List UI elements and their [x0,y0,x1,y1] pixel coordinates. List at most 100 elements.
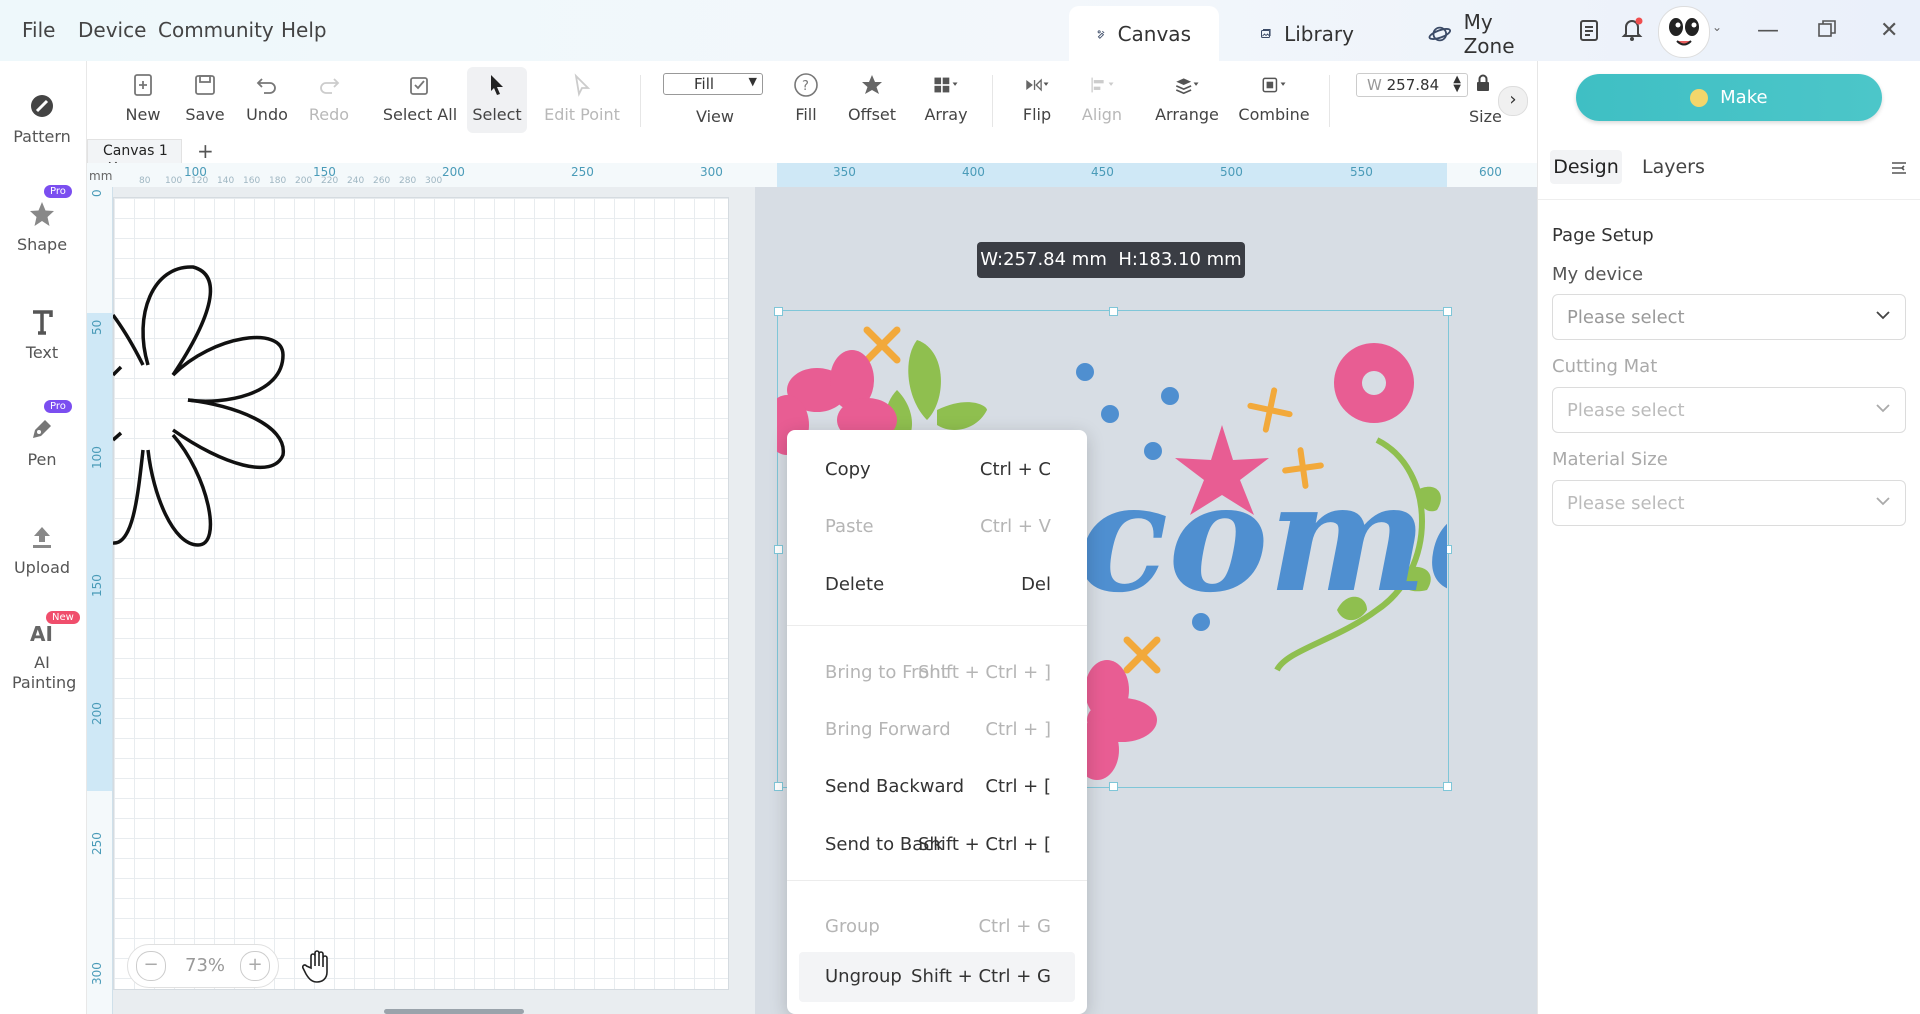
clipboard-icon[interactable] [1577,18,1601,42]
avatar-chevron-icon[interactable]: ⌄ [1712,20,1722,34]
tab-my-zone[interactable]: My Zone [1400,6,1570,61]
align-icon [1091,77,1114,93]
avatar[interactable] [1658,6,1710,58]
sidebar-item-text[interactable]: Text [0,307,84,362]
combine-label: Combine [1238,105,1310,124]
ruler-label: 250 [90,832,104,855]
select-button[interactable]: Select [467,67,527,133]
sidebar-item-shape[interactable]: Pro Shape [0,185,84,254]
material-size-select[interactable]: Please select [1552,480,1906,526]
tab-library[interactable]: Library [1232,6,1382,61]
offset-label: Offset [847,105,897,124]
sidebar-item-ai-painting[interactable]: New AI AI Painting [0,611,84,693]
context-menu-bring-forward[interactable]: Bring Forward Ctrl + ] [787,705,1087,755]
redo-button[interactable]: Redo [299,71,359,124]
new-button[interactable]: New [119,71,167,124]
fill-button[interactable]: ? Fill [784,71,828,124]
cutting-mat-select[interactable]: Please select [1552,387,1906,433]
zoom-out-button[interactable]: − [136,951,166,981]
context-menu-delete[interactable]: Delete Del [787,560,1087,610]
context-menu-label: Bring Forward [825,719,951,740]
array-button[interactable]: Array [911,71,981,124]
my-device-placeholder: Please select [1567,307,1685,328]
edit-point-button[interactable]: Edit Point [537,71,627,124]
ruler-label: 450 [1091,165,1114,179]
menu-file[interactable]: File [22,18,55,42]
array-label: Array [924,105,968,124]
context-menu-send-to-back[interactable]: Send to Back Shift + Ctrl + [ [787,820,1087,870]
menu-community[interactable]: Community [158,18,274,42]
fill-label: Fill [795,105,817,124]
make-label: Make [1720,87,1768,108]
arrange-button[interactable]: Arrange [1147,71,1227,124]
welcome-text: come [1077,450,1447,626]
restore-icon[interactable] [1818,20,1836,38]
sidebar-item-pattern[interactable]: Pattern [0,91,84,146]
toolbar-divider [1329,75,1330,127]
new-file-icon [134,74,152,96]
ruler-label: 0 [90,189,104,197]
library-icon [1261,28,1271,38]
context-menu-send-backward[interactable]: Send Backward Ctrl + [ [787,762,1087,812]
context-menu-label: Delete [825,574,885,595]
undo-icon [256,78,276,94]
arrange-label: Arrange [1155,105,1219,124]
tab-layers[interactable]: Layers [1642,156,1705,178]
undo-button[interactable]: Undo [237,71,297,124]
bell-icon[interactable] [1620,16,1644,42]
flip-button[interactable]: Flip [1007,71,1067,124]
flower-outline-shape[interactable] [113,255,303,565]
tab-canvas[interactable]: Canvas [1069,6,1219,61]
make-icon [1690,89,1709,107]
sidebar-item-label: AI Painting [12,653,77,692]
offset-button[interactable]: Offset [842,71,902,124]
zoom-in-button[interactable]: + [240,951,270,981]
offset-icon [862,75,882,94]
sidebar-item-upload[interactable]: Upload [0,522,84,577]
context-menu-ungroup[interactable]: Ungroup Shift + Ctrl + G [799,952,1075,1002]
ruler-minor-label: 120 [191,176,209,186]
lock-icon[interactable] [1475,73,1491,93]
tab-design[interactable]: Design [1550,150,1622,184]
context-menu-bring-to-front[interactable]: Bring to Front Shift + Ctrl + ] [787,648,1087,698]
panel-collapse-icon[interactable] [1890,159,1908,177]
arrange-icon [1175,78,1199,95]
ruler-label: 200 [442,165,465,179]
menu-device[interactable]: Device [78,18,146,42]
select-label: Select [472,105,522,124]
star-icon [30,202,54,226]
context-menu-label: Group [825,916,880,937]
canvas-tab[interactable]: Canvas 1 ✕ [87,139,182,175]
close-icon[interactable]: ✕ [1880,18,1898,43]
canvas-icon [1097,29,1105,39]
hand-pan-icon[interactable] [302,948,336,984]
view-select[interactable]: Fill ▼ [663,73,763,95]
save-button[interactable]: Save [181,71,229,124]
ruler-label: 50 [90,319,104,335]
context-menu-group[interactable]: Group Ctrl + G [787,902,1087,952]
size-tooltip: W:257.84 mm H:183.10 mm [977,242,1245,278]
context-menu-copy[interactable]: Copy Ctrl + C [787,445,1087,495]
chevron-down-icon [1876,497,1890,506]
align-button[interactable]: Align [1072,71,1132,124]
context-menu-shortcut: Ctrl + C [979,459,1051,480]
toolbar-scroll-right-icon[interactable]: › [1498,86,1528,116]
ruler-minor-label: 300 [425,176,443,186]
context-menu-paste[interactable]: Paste Ctrl + V [787,502,1087,552]
width-input[interactable]: W 257.84 ▲ ▼ [1356,73,1468,97]
my-zone-icon [1428,26,1452,41]
minimize-icon[interactable]: — [1757,18,1779,43]
menu-help[interactable]: Help [281,18,327,42]
chevron-down-icon [1876,311,1890,320]
array-icon [934,77,958,93]
my-device-select[interactable]: Please select [1552,294,1906,340]
select-all-button[interactable]: Select All [375,71,465,124]
horizontal-scrollbar[interactable] [384,1009,524,1014]
stepper-icon[interactable]: ▲ ▼ [1453,75,1461,94]
size-label: Size [1469,107,1502,126]
add-canvas-icon[interactable]: + [197,139,214,163]
sidebar-item-pen[interactable]: Pro Pen [0,400,84,469]
make-button[interactable]: Make [1576,74,1882,121]
toolbar: New Save Undo Redo Select All Select Edi… [87,61,1537,140]
combine-button[interactable]: Combine [1234,71,1314,124]
